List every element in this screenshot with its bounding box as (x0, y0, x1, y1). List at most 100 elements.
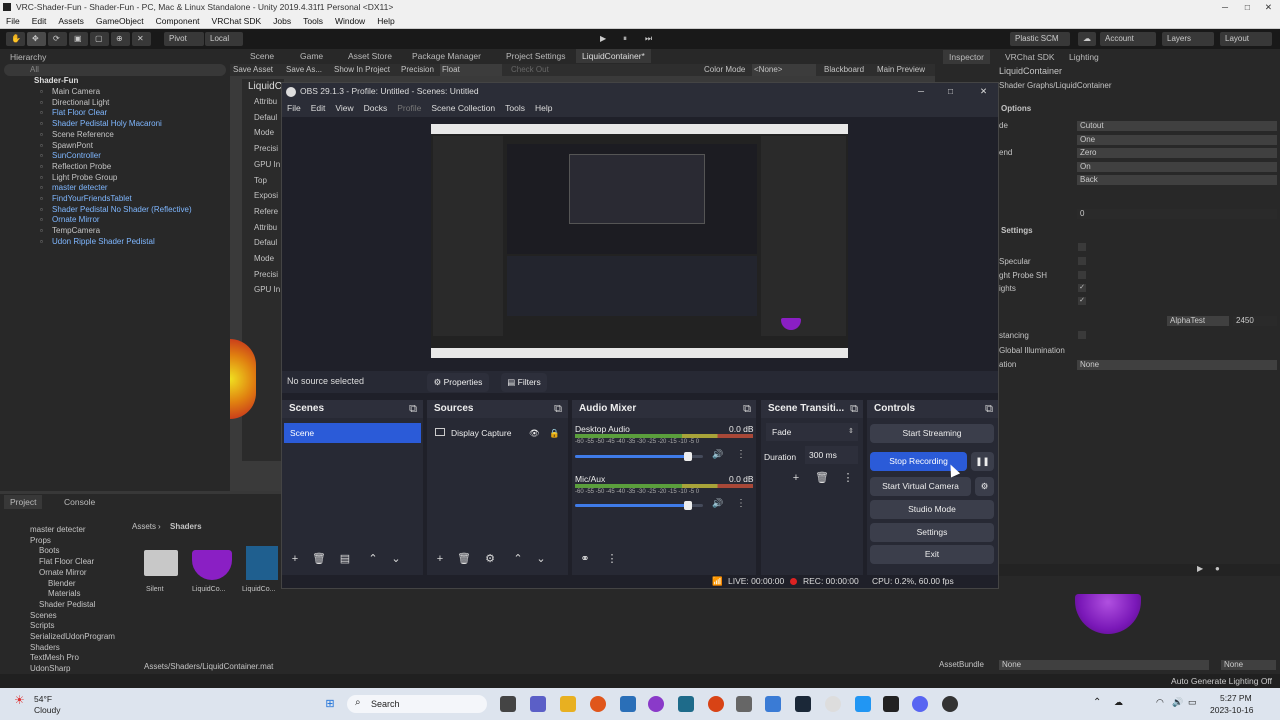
source-down-icon[interactable]: ⌄ (534, 552, 548, 566)
tab-game[interactable]: Game (294, 49, 329, 63)
add-source-icon[interactable]: + (433, 552, 447, 566)
unity-taskbar-icon[interactable] (883, 696, 899, 712)
check-out-button[interactable]: Check Out (511, 64, 549, 76)
clock-date[interactable]: 2023-10-16 (1210, 705, 1253, 715)
project-folder-item[interactable]: Boots (39, 546, 59, 556)
lock-icon[interactable]: 🔒 (549, 423, 560, 443)
hierarchy-item[interactable]: Scene Reference (52, 129, 114, 140)
tray-chevron-icon[interactable]: ⌃ (1093, 697, 1101, 708)
start-virtual-camera-button[interactable]: Start Virtual Camera (870, 477, 971, 496)
shader-thumb-icon[interactable] (246, 546, 278, 580)
asset-bundle-dropdown[interactable]: None (999, 660, 1209, 670)
menu-help[interactable]: Help (377, 16, 394, 26)
cloud-icon[interactable]: ☁ (1078, 32, 1096, 46)
transition-menu-icon[interactable]: ⋮ (841, 471, 855, 485)
firefox-icon[interactable] (590, 696, 606, 712)
maximize-icon[interactable]: □ (1245, 0, 1250, 14)
dock-float-icon[interactable]: ⧉ (551, 402, 565, 416)
tab-project[interactable]: Project (4, 495, 43, 509)
store-icon[interactable] (620, 696, 636, 712)
weather-temp[interactable]: 54°F (34, 694, 52, 704)
menu-assets[interactable]: Assets (58, 16, 84, 26)
start-streaming-button[interactable]: Start Streaming (870, 424, 994, 443)
desktop-volume-track[interactable] (575, 452, 703, 461)
clock-time[interactable]: 5:27 PM (1220, 693, 1252, 703)
tab-lighting[interactable]: Lighting (1063, 50, 1105, 64)
dock-float-icon[interactable]: ⧉ (406, 402, 420, 416)
project-folder-item[interactable]: Scenes (30, 611, 57, 621)
menu-edit[interactable]: Edit (32, 16, 47, 26)
project-folder-item[interactable]: Blender (48, 579, 76, 589)
project-folder-item[interactable]: Materials (48, 589, 80, 599)
scene-filter-icon[interactable]: ▤ (338, 552, 352, 566)
teams-icon[interactable] (530, 696, 546, 712)
scale-tool-icon[interactable]: ▣ (69, 32, 88, 46)
layers-dropdown[interactable]: Layers (1162, 32, 1214, 46)
hierarchy-item[interactable]: Flat Floor Clear (52, 107, 107, 118)
app-icon-light[interactable] (825, 696, 841, 712)
explorer-icon[interactable] (560, 696, 576, 712)
alpha-test-dropdown[interactable]: AlphaTest (1167, 316, 1229, 326)
link-icon[interactable]: ⚭ (578, 552, 592, 566)
remove-source-icon[interactable]: 🗑 (457, 552, 471, 566)
hierarchy-item[interactable]: SunController (52, 150, 101, 161)
hand-tool-icon[interactable]: ✋ (6, 32, 25, 46)
obs-menu-scene-collection[interactable]: Scene Collection (431, 103, 495, 113)
project-folder-item[interactable]: master detecter (30, 525, 86, 535)
project-folder-item[interactable]: TextMesh Pro (30, 653, 79, 663)
material-thumb-icon[interactable] (192, 550, 232, 580)
mixer-menu-icon[interactable]: ⋮ (605, 552, 619, 566)
hierarchy-item[interactable]: Reflection Probe (52, 161, 111, 172)
minimize-icon[interactable]: ─ (1222, 0, 1228, 14)
volume-slider-handle[interactable] (683, 452, 692, 461)
add-transition-icon[interactable]: + (789, 471, 803, 485)
source-up-icon[interactable]: ⌃ (511, 552, 525, 566)
tab-project-settings[interactable]: Project Settings (500, 49, 572, 63)
hierarchy-item[interactable]: Main Camera (52, 86, 100, 97)
volume-icon[interactable]: 🔊 (1172, 697, 1183, 708)
project-folder-item[interactable]: Shaders (30, 643, 60, 653)
account-dropdown[interactable]: Account (1100, 32, 1156, 46)
tab-package-manager[interactable]: Package Manager (406, 49, 487, 63)
dock-float-icon[interactable]: ⧉ (740, 402, 754, 416)
speaker-icon[interactable]: 🔊 (712, 498, 723, 509)
remove-transition-icon[interactable]: 🗑 (815, 471, 829, 485)
obs-menu-help[interactable]: Help (535, 103, 552, 113)
show-in-project-button[interactable]: Show In Project (334, 64, 390, 76)
dock-float-icon[interactable]: ⧉ (982, 402, 996, 416)
menu-window[interactable]: Window (335, 16, 365, 26)
tab-vrchat-sdk[interactable]: VRChat SDK (999, 50, 1061, 64)
option-dropdown[interactable]: Back (1077, 175, 1277, 185)
scene-item[interactable]: Scene (284, 423, 421, 443)
pause-icon[interactable]: ⏸ (618, 32, 636, 46)
obs-minimize-icon[interactable]: ─ (918, 83, 924, 100)
project-folder-item[interactable]: Scripts (30, 621, 54, 631)
visibility-eye-icon[interactable]: 👁 (529, 423, 540, 443)
app-icon-purple[interactable] (648, 696, 664, 712)
speaker-icon[interactable]: 🔊 (712, 449, 723, 460)
weather-desc[interactable]: Cloudy (34, 705, 60, 715)
obs-menu-docks[interactable]: Docks (364, 103, 388, 113)
project-folder-item[interactable]: SerializedUdonProgram (30, 632, 115, 642)
local-button[interactable]: Local (205, 32, 243, 46)
preview-sphere-icon[interactable]: ● (1215, 564, 1220, 573)
tray-icon-1[interactable]: ☁ (1114, 697, 1123, 708)
add-scene-icon[interactable]: + (288, 552, 302, 566)
menu-component[interactable]: Component (156, 16, 200, 26)
pivot-button[interactable]: Pivot (164, 32, 204, 46)
obs-maximize-icon[interactable]: □ (948, 83, 953, 100)
checkbox-3[interactable] (1078, 271, 1086, 279)
checkbox-5[interactable]: ✓ (1078, 297, 1086, 305)
main-preview-button[interactable]: Main Preview (877, 64, 925, 76)
close-icon[interactable]: ✕ (1265, 0, 1272, 14)
obs-menu-edit[interactable]: Edit (311, 103, 326, 113)
layout-dropdown[interactable]: Layout (1220, 32, 1272, 46)
app-icon-blue[interactable] (765, 696, 781, 712)
hierarchy-item[interactable]: Shader Pedistal Holy Macaroni (52, 118, 162, 129)
hierarchy-item[interactable]: FindYourFriendsTablet (52, 193, 132, 204)
hierarchy-item[interactable]: Udon Ripple Shader Pedistal (52, 236, 155, 247)
pause-recording-icon[interactable]: ❚❚ (971, 452, 994, 471)
option-dropdown[interactable]: Cutout (1077, 121, 1277, 131)
save-as-button[interactable]: Save As... (286, 64, 322, 76)
hierarchy-tab[interactable]: Hierarchy (4, 50, 52, 64)
